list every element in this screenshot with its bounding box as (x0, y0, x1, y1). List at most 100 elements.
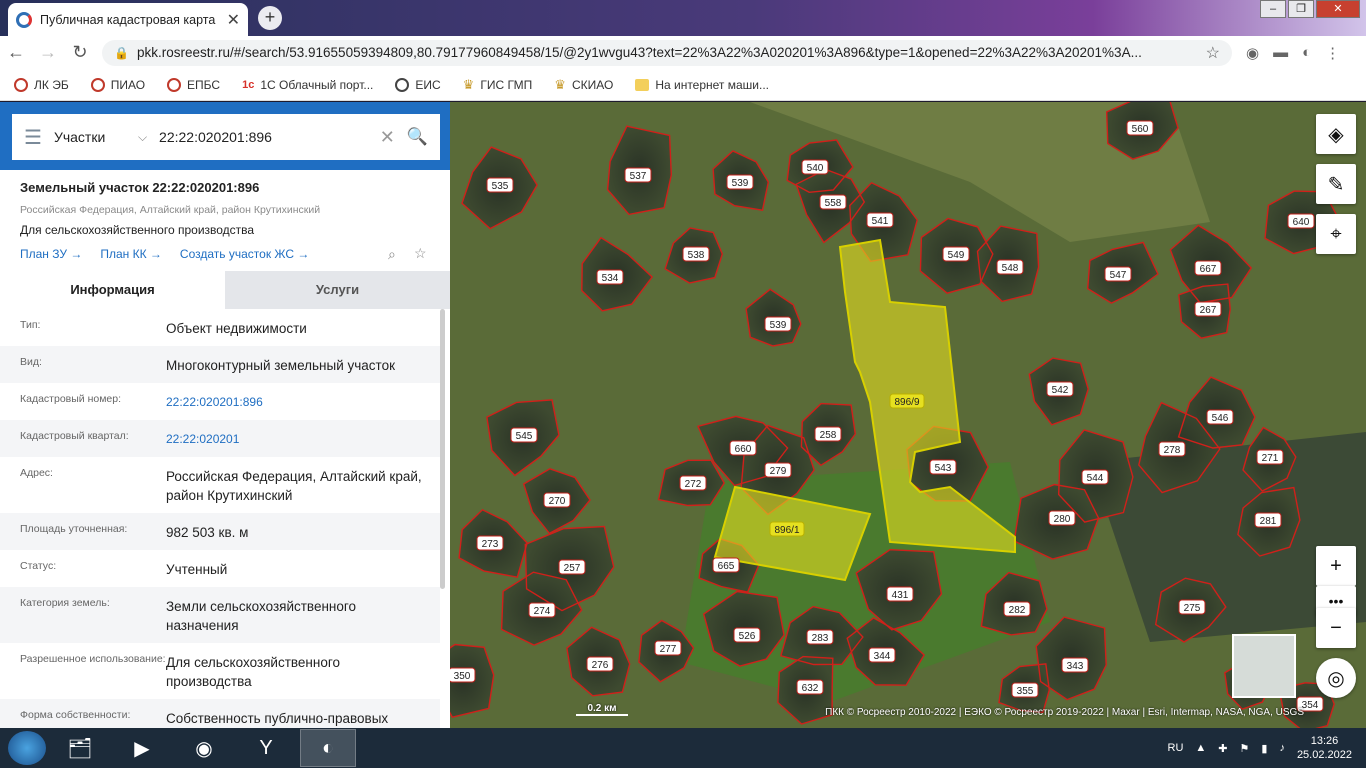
parcel-label[interactable]: 280 (1048, 510, 1076, 526)
parcel-label[interactable]: 274 (528, 602, 556, 618)
bookmark-item[interactable]: ♛ ГИС ГМП (463, 77, 533, 93)
parcel-label[interactable]: 277 (654, 640, 682, 656)
parcel-label[interactable]: 543 (929, 459, 957, 475)
explorer-icon[interactable]: 🗂 (52, 729, 108, 767)
url-input[interactable]: 🔒 pkk.rosreestr.ru/#/search/53.916550593… (102, 39, 1232, 66)
cadastral-number-link[interactable]: 22:22:020201:896 (166, 393, 426, 412)
parcel-label[interactable]: 431 (886, 586, 914, 602)
parcel-label[interactable]: 541 (866, 212, 894, 228)
parcel-label[interactable]: 275 (1178, 599, 1206, 615)
language-indicator[interactable]: RU (1168, 742, 1184, 754)
tab-services[interactable]: Услуги (225, 271, 450, 309)
parcel-label[interactable]: 282 (1003, 601, 1031, 617)
parcel-label[interactable]: 547 (1104, 266, 1132, 282)
parcel-label[interactable]: 257 (558, 559, 586, 575)
new-tab-button[interactable]: + (258, 6, 282, 30)
parcel-label[interactable]: 258 (814, 426, 842, 442)
tab-info[interactable]: Информация (0, 271, 225, 309)
parcel-label[interactable]: 560 (1126, 120, 1154, 136)
volume-icon[interactable]: ♪ (1279, 742, 1285, 754)
map-view[interactable]: 560 535 537 539 540 558 541 538 534 549 548 547 667 2… (450, 102, 1366, 728)
profile-icon[interactable]: ◐ (1302, 44, 1311, 61)
bookmark-item[interactable]: ♛ СКИАО (554, 77, 613, 93)
media-player-icon[interactable]: ▶ (114, 729, 170, 767)
cadastral-quarter-link[interactable]: 22:22:020201 (166, 430, 426, 449)
parcel-label[interactable]: 632 (796, 679, 824, 695)
locate-button[interactable]: ⌖ (1316, 214, 1356, 254)
favorite-star-icon[interactable]: ☆ (414, 245, 427, 262)
parcel-label[interactable]: 271 (1256, 449, 1284, 465)
minimize-button[interactable]: – (1260, 0, 1286, 18)
back-icon[interactable]: ← (0, 42, 32, 63)
close-tab-icon[interactable]: ✕ (227, 10, 240, 30)
bookmark-star-icon[interactable]: ☆ (1206, 43, 1220, 63)
network-icon[interactable]: ▮ (1261, 742, 1267, 755)
parcel-label[interactable]: 538 (682, 246, 710, 262)
start-button[interactable] (8, 731, 46, 765)
yandex-browser-icon[interactable]: Y (238, 729, 294, 767)
search-type-select[interactable]: Участки (54, 129, 126, 145)
parcel-label[interactable]: 355 (1011, 682, 1039, 698)
plan-zu-link[interactable]: План ЗУ → (20, 247, 82, 261)
clock[interactable]: 13:26 25.02.2022 (1297, 734, 1352, 762)
parcel-label[interactable]: 660 (729, 440, 757, 456)
bookmark-item[interactable]: ЕПБС (167, 77, 220, 92)
clear-icon[interactable]: ✕ (380, 127, 395, 148)
lock-icon[interactable]: 🔒 (114, 46, 129, 60)
ruler-button[interactable]: ✎ (1316, 164, 1356, 204)
search-icon[interactable]: 🔍 (407, 127, 428, 147)
parcel-label[interactable]: 545 (510, 427, 538, 443)
tray-expand-icon[interactable]: ▲ (1195, 742, 1206, 754)
flag-icon[interactable]: ⚑ (1240, 742, 1250, 755)
zoom-to-object-icon[interactable]: ⌕ (388, 246, 396, 263)
search-input[interactable]: 22:22:020201:896 (159, 129, 368, 145)
parcel-label[interactable]: 542 (1046, 381, 1074, 397)
browser-tab[interactable]: Публичная кадастровая карта ✕ (8, 3, 248, 36)
parcel-label[interactable]: 273 (476, 535, 504, 551)
parcel-label[interactable]: 558 (819, 194, 847, 210)
satellite-map[interactable]: 560 535 537 539 540 558 541 538 534 549 548 547 667 2… (450, 102, 1366, 728)
parcel-label[interactable]: 665 (712, 557, 740, 573)
parcel-label[interactable]: 549 (942, 246, 970, 262)
zoom-out-button[interactable]: − (1316, 608, 1356, 648)
parcel-label[interactable]: 279 (764, 462, 792, 478)
panel-scrollbar[interactable] (440, 309, 445, 589)
parcel-label[interactable]: 344 (868, 647, 896, 663)
parcel-label[interactable]: 640 (1287, 213, 1315, 229)
parcel-label[interactable]: 539 (764, 316, 792, 332)
parcel-label[interactable]: 272 (679, 475, 707, 491)
parcel-label[interactable]: 526 (733, 627, 761, 643)
maximize-button[interactable]: ❐ (1288, 0, 1314, 18)
zoom-in-button[interactable]: + (1316, 546, 1356, 586)
bookmark-item[interactable]: ПИАО (90, 77, 145, 92)
parcel-label[interactable]: 537 (624, 167, 652, 183)
bookmark-item[interactable]: ЛК ЭБ (14, 77, 69, 92)
bookmark-item[interactable]: На интернет маши... (635, 78, 769, 92)
plan-kk-link[interactable]: План КК → (100, 247, 162, 261)
menu-icon[interactable]: ☰ (24, 125, 42, 150)
reload-icon[interactable]: ↻ (64, 42, 96, 63)
parcel-label[interactable]: 276 (586, 656, 614, 672)
forward-icon[interactable]: → (32, 42, 64, 63)
parcel-label[interactable]: 540 (801, 159, 829, 175)
parcel-label[interactable]: 548 (996, 259, 1024, 275)
compass-button[interactable]: ◎ (1316, 658, 1356, 698)
tray-app-icon[interactable]: ✚ (1218, 742, 1227, 755)
bookmark-item[interactable]: ЕИС (395, 77, 441, 92)
parcel-label[interactable]: 534 (596, 269, 624, 285)
parcel-label[interactable]: 539 (726, 174, 754, 190)
parcel-label[interactable]: 535 (486, 177, 514, 193)
parcel-label[interactable]: 270 (543, 492, 571, 508)
chevron-down-icon[interactable]: ⌵ (138, 130, 147, 145)
parcel-label[interactable]: 667 (1194, 260, 1222, 276)
menu-icon[interactable]: ⋮ (1325, 44, 1340, 62)
extension-icon-2[interactable]: ▬ (1273, 44, 1288, 61)
parcel-label[interactable]: 546 (1206, 409, 1234, 425)
create-parcel-link[interactable]: Создать участок ЖС → (180, 247, 309, 261)
parcel-label[interactable]: 283 (806, 629, 834, 645)
firefox-icon[interactable]: ◉ (176, 729, 232, 767)
parcel-label[interactable]: 544 (1081, 469, 1109, 485)
parcel-label[interactable]: 350 (450, 667, 476, 683)
parcel-label[interactable]: 278 (1158, 441, 1186, 457)
close-window-button[interactable]: ✕ (1316, 0, 1360, 18)
